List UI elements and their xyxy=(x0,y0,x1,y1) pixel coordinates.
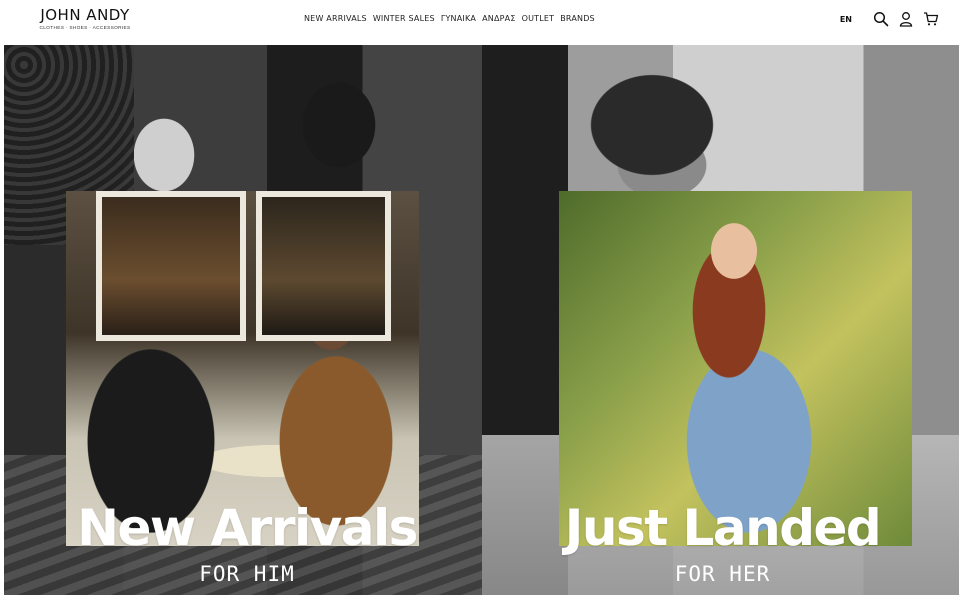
user-icon[interactable] xyxy=(898,11,914,27)
nav-men[interactable]: ΑΝΔΡΑΣ xyxy=(482,14,515,23)
hero-title: Just Landed xyxy=(564,499,882,557)
featured-photo-men xyxy=(66,191,419,546)
hero-subtitle[interactable]: FOR HIM xyxy=(8,561,482,587)
logo-name: JOHN ANDY xyxy=(40,6,130,24)
cafe-window xyxy=(256,191,391,341)
hero-for-him[interactable]: New Arrivals FOR HIM xyxy=(4,45,482,595)
nav-new-arrivals[interactable]: NEW ARRIVALS xyxy=(304,14,367,23)
nav-outlet[interactable]: OUTLET xyxy=(522,14,555,23)
brand-logo[interactable]: JOHN ANDY CLOTHES · SHOES · ACCESSORIES xyxy=(30,6,140,32)
site-header: JOHN ANDY CLOTHES · SHOES · ACCESSORIES … xyxy=(0,0,963,44)
hero-title: New Arrivals xyxy=(77,499,418,557)
hero-subtitle[interactable]: FOR HER xyxy=(484,561,959,587)
featured-photo-women xyxy=(559,191,912,546)
cart-icon[interactable] xyxy=(923,11,939,27)
language-switcher[interactable]: EN xyxy=(840,15,852,24)
nav-brands[interactable]: BRANDS xyxy=(560,14,595,23)
search-icon[interactable] xyxy=(873,11,889,27)
logo-tagline: CLOTHES · SHOES · ACCESSORIES xyxy=(39,26,131,31)
nav-winter-sales[interactable]: WINTER SALES xyxy=(373,14,435,23)
nav-women[interactable]: ΓΥΝΑΙΚΑ xyxy=(441,14,476,23)
header-actions: EN xyxy=(840,11,939,27)
hero-for-her[interactable]: Just Landed FOR HER xyxy=(482,45,959,595)
main-nav: NEW ARRIVALS WINTER SALES ΓΥΝΑΙΚΑ ΑΝΔΡΑΣ… xyxy=(304,14,595,23)
cafe-window xyxy=(96,191,246,341)
